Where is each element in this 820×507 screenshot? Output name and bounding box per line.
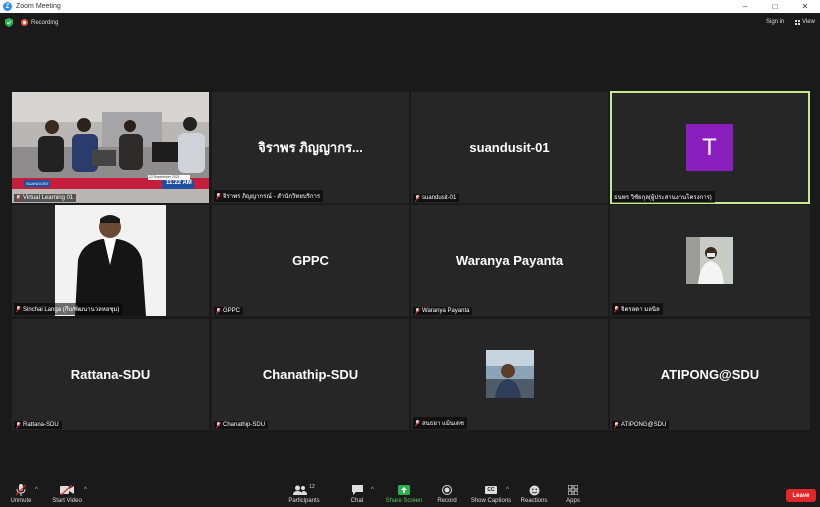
muted-mic-icon xyxy=(16,422,21,428)
record-icon xyxy=(436,484,458,496)
muted-mic-icon xyxy=(415,195,420,201)
security-shield-icon[interactable] xyxy=(5,18,13,27)
record-button[interactable]: Record xyxy=(436,484,458,504)
chat-options-caret[interactable]: ^ xyxy=(371,487,374,493)
recording-label: Recording xyxy=(31,19,59,26)
start-video-label: Start Video xyxy=(52,498,82,504)
meeting-top-bar xyxy=(0,13,820,33)
participant-display-name: Chanathip-SDU xyxy=(262,367,359,382)
participant-display-name: ATIPONG@SDU xyxy=(660,367,760,382)
muted-mic-icon xyxy=(16,195,21,201)
video-tile-sinchai[interactable]: Sinchai Langa (กีบ/พัฒนานวลหอชุม) xyxy=(12,205,209,316)
profile-photo xyxy=(610,205,810,316)
chat-button[interactable]: Chat xyxy=(346,484,368,504)
minimize-icon[interactable]: – xyxy=(730,0,760,13)
participant-display-name: suandusit-01 xyxy=(469,140,550,155)
tile-name-label: จิตรลดา มลนิล xyxy=(612,303,663,315)
chat-label: Chat xyxy=(350,498,364,504)
audio-options-caret[interactable]: ^ xyxy=(35,487,38,493)
participant-display-name: Rattana-SDU xyxy=(70,367,151,382)
leave-button[interactable]: Leave xyxy=(786,489,816,502)
participant-display-name: Waranya Payanta xyxy=(455,253,564,268)
zoom-logo-icon: Z xyxy=(3,2,12,11)
apps-icon xyxy=(562,484,584,496)
muted-mic-icon xyxy=(614,306,619,312)
record-dot-icon xyxy=(21,19,28,26)
video-tile-active-speaker[interactable]: T ธนพร วิชัยกุล(ผู้ประสานงานโครงการ) xyxy=(610,91,810,204)
tile-name-label: จิราพร ภิญญากรณ์ - สำนักวิทยบริการ xyxy=(214,190,324,202)
tile-name-label: ATIPONG@SDU xyxy=(612,421,670,429)
tile-name-label: Virtual Learning 01 xyxy=(14,194,77,202)
tile-name-label: suandusit-01 xyxy=(413,194,460,202)
profile-photo xyxy=(411,319,608,430)
video-tile-suandusit-01[interactable]: suandusit-01 suandusit-01 xyxy=(411,92,608,203)
video-off-icon xyxy=(50,484,84,496)
participants-label: Participants xyxy=(288,498,320,504)
show-captions-label: Show Captions xyxy=(470,498,512,504)
muted-mic-icon xyxy=(216,308,221,314)
muted-mic-icon xyxy=(16,306,21,312)
video-tile-sonthaya[interactable]: สนธยา แม้นเดช xyxy=(411,319,608,430)
tile-name-label: Chanathip-SDU xyxy=(214,421,269,429)
muted-mic-icon xyxy=(6,484,36,496)
tile-name-label: สนธยา แม้นเดช xyxy=(413,417,467,429)
muted-mic-icon xyxy=(415,308,420,314)
chat-bubble-icon xyxy=(346,484,368,496)
avatar: T xyxy=(686,124,733,171)
tile-name-label: ธนพร วิชัยกุล(ผู้ประสานงานโครงการ) xyxy=(612,191,715,203)
smiley-icon xyxy=(519,484,549,496)
reactions-button[interactable]: Reactions xyxy=(519,484,549,504)
participant-display-name: GPPC xyxy=(292,253,329,268)
muted-mic-icon xyxy=(216,193,221,199)
start-video-button[interactable]: Start Video xyxy=(50,484,84,504)
tile-name-label: GPPC xyxy=(214,307,244,315)
apps-label: Apps xyxy=(566,498,580,504)
tile-name-label: Waranya Payanta xyxy=(413,307,473,315)
view-button[interactable]: View xyxy=(795,19,815,25)
video-tile-jitlada[interactable]: จิตรลดา มลนิล xyxy=(610,205,810,316)
muted-mic-icon xyxy=(614,422,619,428)
participant-display-name: จิราพร ภิญญากร... xyxy=(258,140,363,155)
sign-in-button[interactable]: Sign in xyxy=(766,19,784,25)
muted-mic-icon xyxy=(216,422,221,428)
share-screen-button[interactable]: Share Screen xyxy=(384,484,424,504)
reactions-label: Reactions xyxy=(520,498,548,504)
share-screen-label: Share Screen xyxy=(385,498,423,504)
video-tile-chanathip[interactable]: Chanathip-SDU Chanathip-SDU xyxy=(212,319,409,430)
title-bar: Z Zoom Meeting – □ ✕ xyxy=(0,0,820,13)
unmute-button[interactable]: Unmute xyxy=(6,484,36,504)
captions-options-caret[interactable]: ^ xyxy=(506,487,509,493)
window-title: Zoom Meeting xyxy=(16,3,61,10)
participants-icon: 12 xyxy=(286,484,322,496)
ticker-date: 22 September 2021 xyxy=(149,175,180,179)
maximize-icon[interactable]: □ xyxy=(760,0,790,13)
apps-button[interactable]: Apps xyxy=(562,484,584,504)
video-tile-virtual-learning[interactable]: SUANDUSIT 22 September 2021 11:22 AM Vir… xyxy=(12,92,209,203)
classroom-video xyxy=(12,92,209,203)
record-label: Record xyxy=(437,498,457,504)
tile-name-label: Sinchai Langa (กีบ/พัฒนานวลหอชุม) xyxy=(14,303,123,315)
recording-indicator[interactable]: Recording xyxy=(21,19,58,26)
video-tile-waranya[interactable]: Waranya Payanta Waranya Payanta xyxy=(411,205,608,316)
muted-mic-icon xyxy=(415,420,420,426)
view-label: View xyxy=(802,19,815,25)
share-screen-icon xyxy=(384,484,424,496)
video-tile-rattana[interactable]: Rattana-SDU Rattana-SDU xyxy=(12,319,209,430)
video-tile-atipong[interactable]: ATIPONG@SDU ATIPONG@SDU xyxy=(610,319,810,430)
ticker-time: 11:22 AM xyxy=(166,180,192,186)
participants-button[interactable]: 12 Participants xyxy=(286,484,322,504)
video-tile-gppc[interactable]: GPPC GPPC xyxy=(212,205,409,316)
profile-photo xyxy=(12,205,209,316)
tile-name-label: Rattana-SDU xyxy=(14,421,62,429)
ticker-brand: SUANDUSIT xyxy=(26,181,50,186)
video-tile-jiraporn[interactable]: จิราพร ภิญญากร... จิราพร ภิญญากรณ์ - สำน… xyxy=(212,92,409,203)
participants-count: 12 xyxy=(309,484,315,490)
unmute-label: Unmute xyxy=(10,498,32,504)
close-icon[interactable]: ✕ xyxy=(790,0,820,13)
video-options-caret[interactable]: ^ xyxy=(84,487,87,493)
grid-icon xyxy=(795,19,800,25)
